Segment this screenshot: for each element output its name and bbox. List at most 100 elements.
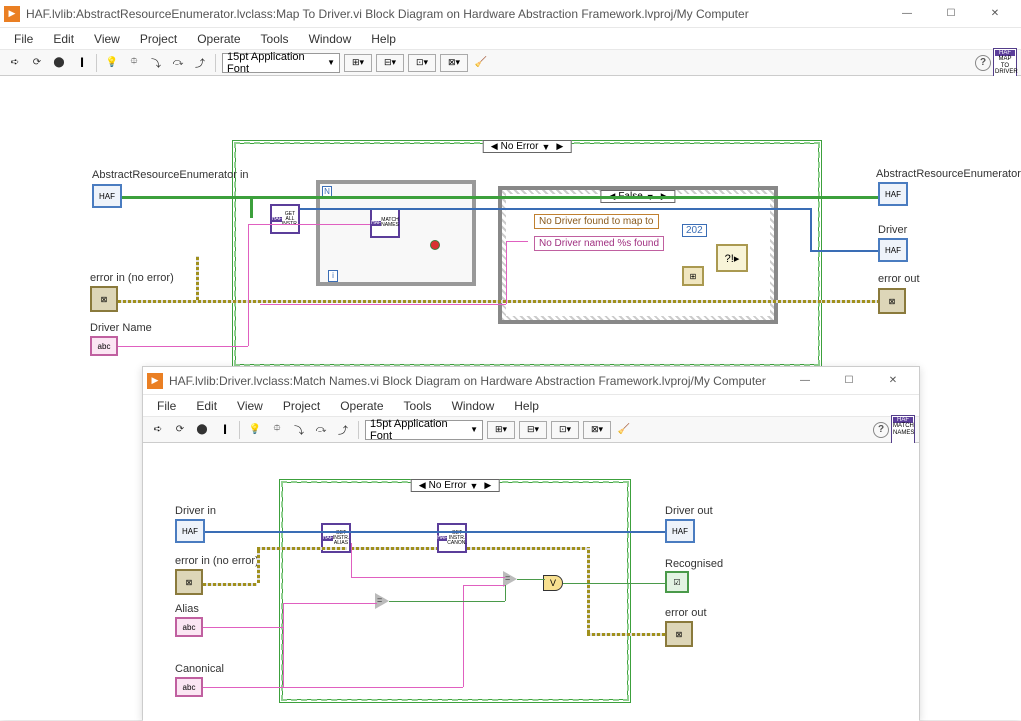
align-button-2[interactable]: ⊞▾ (487, 421, 515, 439)
block-diagram-canvas-2[interactable]: ◀No Error▼▶ HAFGET INSTR. ALIAS HAFGET I… (143, 443, 919, 721)
menu-help[interactable]: Help (361, 30, 406, 48)
control-driver-in[interactable]: HAF (175, 519, 205, 543)
menu-window[interactable]: Window (299, 30, 362, 48)
subvi-get-canon[interactable]: HAFGET INSTR. CANON. (437, 523, 467, 553)
wire-alias-2 (283, 603, 377, 604)
or-node[interactable]: V (543, 575, 563, 591)
run-continuous-button[interactable]: ⟳ (28, 54, 46, 72)
indicator-out-class[interactable]: HAF (878, 182, 908, 206)
label-out-driver: Driver (878, 224, 907, 236)
abort-button[interactable]: ⬤ (50, 54, 68, 72)
msg-no-driver-named: No Driver named %s found (534, 236, 664, 251)
highlight-button-2[interactable]: 💡 (246, 421, 264, 439)
menu-window-2[interactable]: Window (442, 397, 505, 415)
reorder-button[interactable]: ⊠▾ (440, 54, 468, 72)
menu-project[interactable]: Project (130, 30, 187, 48)
wire-err-down (587, 547, 590, 633)
step-over-button[interactable]: ⤼ (169, 54, 187, 72)
block-diagram-canvas[interactable]: ◀No Error▼▶ N i HAFGET ALL INSTR. HAFMAT… (0, 76, 1021, 386)
case-selector-no-error-2[interactable]: ◀No Error▼▶ (411, 479, 500, 492)
resize-button-2[interactable]: ⊡▾ (551, 421, 579, 439)
menu-view[interactable]: View (84, 30, 130, 48)
pause-button-2[interactable]: || (215, 421, 233, 439)
menu-tools-2[interactable]: Tools (394, 397, 442, 415)
maximize-button[interactable]: ☐ (929, 1, 973, 27)
step-into-button-2[interactable]: ⤵ (290, 421, 308, 439)
control-err-in-2[interactable]: ⊠ (175, 569, 203, 595)
pause-button[interactable]: || (72, 54, 90, 72)
wire-class-2 (205, 531, 665, 533)
control-in-class[interactable]: HAF (92, 184, 122, 208)
step-into-button[interactable]: ⤵ (147, 54, 165, 72)
maximize-button-2[interactable]: ☐ (827, 368, 871, 394)
help-button-2[interactable]: ? (873, 422, 889, 438)
error-cluster-node[interactable]: ?!▸ (716, 244, 748, 272)
close-button[interactable]: ✕ (973, 1, 1017, 27)
equal-node-1[interactable]: = (375, 593, 389, 609)
menu-operate[interactable]: Operate (187, 30, 250, 48)
indicator-out-driver[interactable]: HAF (878, 238, 908, 262)
vi-icon-2[interactable]: HAFMATCH NAMES (891, 415, 915, 445)
titlebar[interactable]: ▶ HAF.lvlib:AbstractResourceEnumerator.l… (0, 0, 1021, 28)
wire-canon-1 (203, 687, 283, 688)
resize-button[interactable]: ⊡▾ (408, 54, 436, 72)
control-canonical[interactable]: abc (175, 677, 203, 697)
menu-project-2[interactable]: Project (273, 397, 330, 415)
wire-class-thru (234, 196, 822, 199)
distribute-button-2[interactable]: ⊟▾ (519, 421, 547, 439)
cleanup-button[interactable]: 🧹 (472, 54, 490, 72)
error-case-struct-2[interactable]: ◀No Error▼▶ (279, 479, 631, 703)
control-err-in[interactable]: ⊠ (90, 286, 118, 312)
subvi-get-all-instr[interactable]: HAFGET ALL INSTR. (270, 204, 300, 234)
run-continuous-button-2[interactable]: ⟳ (171, 421, 189, 439)
menu-edit-2[interactable]: Edit (186, 397, 227, 415)
menu-help-2[interactable]: Help (504, 397, 549, 415)
minimize-button-2[interactable]: — (783, 368, 827, 394)
wire-err-to-sub (257, 547, 347, 550)
menu-edit[interactable]: Edit (43, 30, 84, 48)
distribute-button[interactable]: ⊟▾ (376, 54, 404, 72)
run-button-2[interactable]: ➪ (149, 421, 167, 439)
error-code-const: 202 (682, 224, 707, 237)
control-alias[interactable]: abc (175, 617, 203, 637)
wire-canon-bottom (283, 687, 463, 688)
indicator-err-out-2[interactable]: ⊠ (665, 621, 693, 647)
indicator-err-out[interactable]: ⊠ (878, 288, 906, 314)
step-out-button[interactable]: ⤴ (191, 54, 209, 72)
indicator-driver-out[interactable]: HAF (665, 519, 695, 543)
menu-tools[interactable]: Tools (251, 30, 299, 48)
menu-operate-2[interactable]: Operate (330, 397, 393, 415)
menu-file[interactable]: File (4, 30, 43, 48)
minimize-button[interactable]: — (885, 1, 929, 27)
inner-case-struct[interactable]: ◀False▼▶ No Driver found to map to No Dr… (498, 186, 778, 324)
vi-icon[interactable]: HAFMAP TO DRIVER (993, 48, 1017, 78)
cleanup-button-2[interactable]: 🧹 (615, 421, 633, 439)
align-button[interactable]: ⊞▾ (344, 54, 372, 72)
indicator-recognised[interactable]: ☑ (665, 571, 689, 593)
menu-file-2[interactable]: File (147, 397, 186, 415)
highlight-button[interactable]: 💡 (103, 54, 121, 72)
wire-alias-eq (351, 577, 505, 578)
step-over-button-2[interactable]: ⤼ (312, 421, 330, 439)
stop-terminal (430, 240, 440, 250)
retain-wire-button[interactable]: ⯐ (125, 54, 143, 72)
control-driver-name[interactable]: abc (90, 336, 118, 356)
help-button[interactable]: ? (975, 55, 991, 71)
retain-wire-button-2[interactable]: ⯐ (268, 421, 286, 439)
menu-view-2[interactable]: View (227, 397, 273, 415)
abort-button-2[interactable]: ⬤ (193, 421, 211, 439)
case-selector-no-error[interactable]: ◀No Error▼▶ (483, 140, 572, 153)
bundle-node[interactable]: ⊞ (682, 266, 704, 286)
subvi-match-names[interactable]: HAFMATCH NAMES (370, 208, 400, 238)
close-button-2[interactable]: ✕ (871, 368, 915, 394)
label-driver-in: Driver in (175, 505, 216, 517)
reorder-button-2[interactable]: ⊠▾ (583, 421, 611, 439)
wire-bool-1v (505, 585, 506, 601)
step-out-button-2[interactable]: ⤴ (334, 421, 352, 439)
titlebar-2[interactable]: ▶ HAF.lvlib:Driver.lvclass:Match Names.v… (143, 367, 919, 395)
run-button[interactable]: ➪ (6, 54, 24, 72)
wire-bool-1 (389, 601, 505, 602)
font-select[interactable]: 15pt Application Font▼ (222, 53, 340, 73)
font-select-2[interactable]: 15pt Application Font▼ (365, 420, 483, 440)
wire-drvname-2 (248, 224, 370, 225)
